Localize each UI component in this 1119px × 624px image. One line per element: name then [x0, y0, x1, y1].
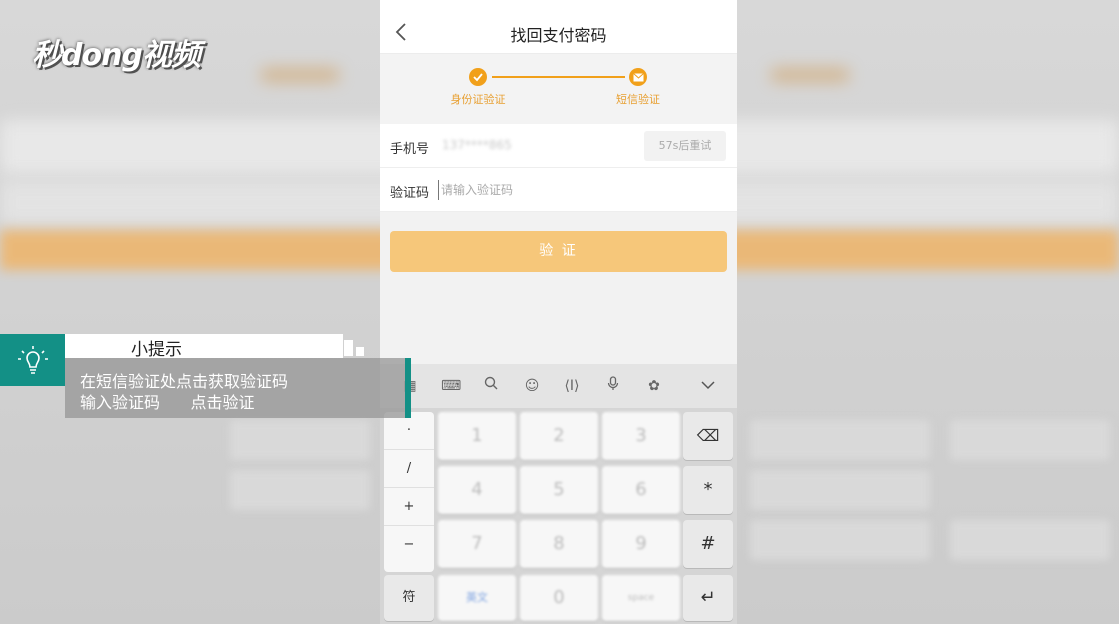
key-5[interactable]: 5 — [520, 466, 598, 514]
key-8[interactable]: 8 — [520, 520, 598, 568]
bg-row — [750, 420, 930, 460]
key-7[interactable]: 7 — [438, 520, 516, 568]
hash-key[interactable]: # — [683, 520, 733, 568]
step-label: 短信验证 — [616, 93, 660, 106]
verification-code-input[interactable] — [438, 180, 688, 200]
progress-steps: 身份证验证 短信验证 — [380, 54, 737, 124]
cursor-icon[interactable]: ⟨I⟩ — [562, 376, 582, 396]
key-plus[interactable]: + — [384, 488, 434, 526]
step-id-verify: 身份证验证 — [438, 68, 518, 107]
keyboard-toolbar: ▦ ⌨ ☺ ⟨I⟩ ✿ — [380, 364, 737, 408]
phone-row: 手机号 137****865 57s后重试 — [380, 124, 737, 168]
mic-icon[interactable] — [603, 376, 623, 396]
key-1[interactable]: 1 — [438, 412, 516, 460]
code-label: 验证码 — [390, 186, 430, 201]
channel-logo: 秒dong视频 — [32, 38, 201, 73]
keyboard-icon[interactable]: ⌨ — [441, 376, 461, 396]
key-minus[interactable]: − — [384, 526, 434, 564]
bg-row — [230, 470, 370, 510]
language-switch-key[interactable]: 英文 — [438, 575, 516, 621]
key-6[interactable]: 6 — [602, 466, 680, 514]
key-3[interactable]: 3 — [602, 412, 680, 460]
backspace-key[interactable]: ⌫ — [683, 412, 733, 460]
resend-code-button[interactable]: 57s后重试 — [644, 131, 726, 161]
status-bar — [380, 0, 737, 10]
emoji-icon[interactable]: ☺ — [522, 376, 542, 396]
key-2[interactable]: 2 — [520, 412, 598, 460]
phone-label: 手机号 — [390, 142, 430, 157]
nav-bar: 找回支付密码 — [380, 10, 737, 54]
key-slash[interactable]: / — [384, 450, 434, 488]
tip-decoration — [344, 340, 353, 356]
number-keyboard: · / + − 1 2 3 4 5 6 7 8 9 符 英文 0 space ⌫… — [380, 408, 737, 624]
tip-title: 小提示 — [131, 340, 182, 360]
symbol-column: · / + − — [384, 412, 434, 572]
search-icon[interactable] — [481, 376, 501, 396]
lightbulb-icon — [0, 334, 65, 386]
skin-icon[interactable]: ✿ — [644, 376, 664, 396]
bg-row — [230, 420, 370, 460]
key-4[interactable]: 4 — [438, 466, 516, 514]
tip-accent-bar — [405, 358, 411, 418]
check-icon — [469, 68, 487, 86]
step-label: 身份证验证 — [450, 93, 506, 106]
key-0[interactable]: 0 — [520, 575, 598, 621]
bg-row — [750, 470, 930, 510]
collapse-icon[interactable] — [698, 376, 718, 396]
asterisk-key[interactable]: * — [683, 466, 733, 514]
bg-row — [950, 420, 1110, 460]
mail-icon — [629, 68, 647, 86]
tip-decoration — [356, 347, 364, 356]
phone-number: 137****865 — [442, 138, 512, 152]
symbols-key[interactable]: 符 — [384, 575, 434, 621]
verify-button[interactable]: 验 证 — [390, 231, 727, 272]
bg-row — [750, 520, 930, 560]
space-key[interactable]: space — [602, 575, 680, 621]
key-9[interactable]: 9 — [602, 520, 680, 568]
enter-key[interactable]: ↵ — [683, 575, 733, 621]
bg-blob — [260, 68, 340, 82]
tip-title-bar — [65, 334, 343, 358]
verify-form: 手机号 137****865 57s后重试 验证码 — [380, 124, 737, 212]
tip-text-line: 输入验证码 点击验证 — [80, 393, 255, 412]
step-sms-verify: 短信验证 — [598, 68, 678, 107]
bg-blob — [770, 68, 850, 82]
page-title: 找回支付密码 — [510, 26, 607, 45]
bg-row — [950, 520, 1110, 560]
code-row: 验证码 — [380, 168, 737, 212]
phone-screen: 找回支付密码 身份证验证 短信验证 手机号 137****865 57s后重试 … — [380, 0, 737, 624]
